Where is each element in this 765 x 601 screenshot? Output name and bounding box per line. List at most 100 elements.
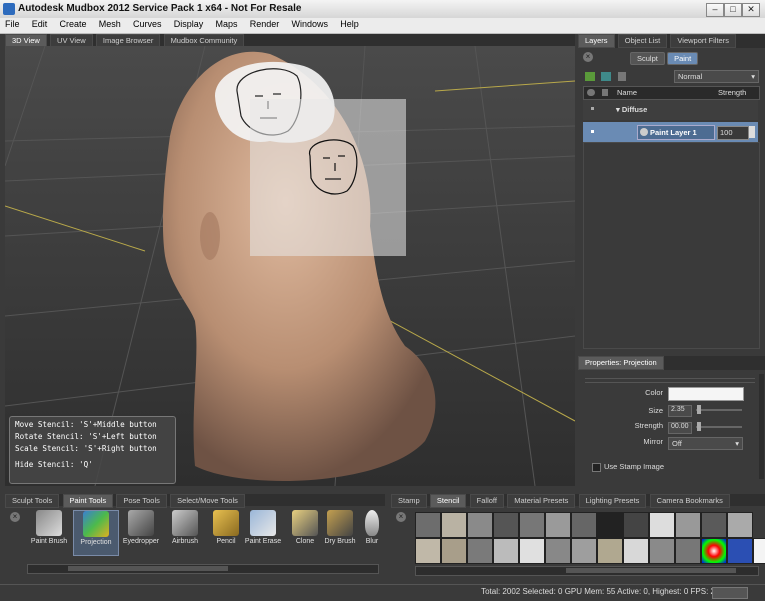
- group-name: Diffuse: [621, 105, 648, 114]
- layer-strength-field[interactable]: 100: [717, 126, 749, 140]
- stencil-thumbnail[interactable]: [519, 538, 545, 564]
- menu-file[interactable]: File: [0, 18, 25, 30]
- strength-slider-handle[interactable]: [697, 422, 701, 431]
- blend-mode-dropdown[interactable]: Normal ▾: [674, 70, 759, 83]
- projection-icon: [83, 511, 109, 537]
- tools-close-icon[interactable]: ×: [10, 512, 20, 522]
- sculpt-mode-button[interactable]: Sculpt: [630, 52, 665, 65]
- paint-mode-button[interactable]: Paint: [667, 52, 699, 65]
- tab-select-move-tools[interactable]: Select/Move Tools: [170, 494, 245, 508]
- tab-properties-projection[interactable]: Properties: Projection: [578, 356, 664, 370]
- stencil-thumbnail[interactable]: [493, 538, 519, 564]
- minimize-icon[interactable]: –: [706, 3, 724, 17]
- stencil-thumbnail[interactable]: [493, 512, 519, 538]
- scrollbar-thumb[interactable]: [68, 566, 228, 571]
- stencil-thumbnail[interactable]: [649, 538, 675, 564]
- tool-airbrush[interactable]: Airbrush: [163, 510, 207, 545]
- tool-blur[interactable]: Blur: [357, 510, 387, 545]
- tools-scrollbar[interactable]: [27, 564, 379, 574]
- mirror-dropdown[interactable]: Off ▾: [668, 437, 743, 450]
- stencil-thumbnail[interactable]: [701, 538, 727, 564]
- size-slider-track[interactable]: [696, 409, 742, 411]
- tab-viewport-filters[interactable]: Viewport Filters: [670, 34, 736, 48]
- app-icon: [3, 3, 15, 15]
- eraser-icon: [250, 510, 276, 536]
- tab-stencil[interactable]: Stencil: [429, 494, 467, 508]
- tab-falloff[interactable]: Falloff: [469, 494, 504, 508]
- stencil-thumbnail[interactable]: [545, 538, 571, 564]
- properties-scrollbar[interactable]: [759, 374, 764, 479]
- name-column-header: Name: [617, 88, 638, 97]
- menu-help[interactable]: Help: [335, 18, 364, 30]
- scrollbar-thumb[interactable]: [566, 568, 736, 573]
- menu-create[interactable]: Create: [55, 18, 92, 30]
- tool-label: Eyedropper: [122, 538, 160, 545]
- menu-windows[interactable]: Windows: [287, 18, 334, 30]
- panel-close-icon[interactable]: ×: [583, 52, 593, 62]
- menu-mesh[interactable]: Mesh: [94, 18, 126, 30]
- tool-projection[interactable]: Projection: [73, 510, 119, 556]
- stamp-scrollbar[interactable]: [415, 566, 759, 576]
- stencil-thumbnail[interactable]: [649, 512, 675, 538]
- tab-paint-tools[interactable]: Paint Tools: [62, 494, 114, 508]
- paint-brush-icon: [36, 510, 62, 536]
- strength-slider-track[interactable]: [696, 426, 742, 428]
- stencil-thumbnail[interactable]: [467, 512, 493, 538]
- layer-row-paint-layer-1[interactable]: Paint Layer 1 100: [583, 122, 758, 142]
- menu-display[interactable]: Display: [169, 18, 209, 30]
- tab-stamp[interactable]: Stamp: [391, 494, 427, 508]
- stencil-overlay[interactable]: [250, 99, 406, 256]
- merge-layer-icon[interactable]: [601, 72, 611, 81]
- tool-eyedropper[interactable]: Eyedropper: [119, 510, 163, 545]
- new-layer-icon[interactable]: [585, 72, 595, 81]
- stencil-thumbnail[interactable]: [753, 538, 765, 564]
- tab-material-presets[interactable]: Material Presets: [507, 494, 576, 508]
- stencil-thumbnail[interactable]: [415, 512, 441, 538]
- stencil-thumbnail[interactable]: [675, 512, 701, 538]
- tab-sculpt-tools[interactable]: Sculpt Tools: [5, 494, 60, 508]
- menu-edit[interactable]: Edit: [27, 18, 53, 30]
- stencil-thumbnail[interactable]: [441, 512, 467, 538]
- visibility-dot-icon[interactable]: [591, 107, 594, 110]
- visibility-dot-icon[interactable]: [591, 130, 594, 133]
- menu-curves[interactable]: Curves: [128, 18, 167, 30]
- color-swatch[interactable]: [668, 387, 744, 401]
- close-icon[interactable]: ✕: [742, 3, 760, 17]
- stencil-thumbnail[interactable]: [571, 512, 597, 538]
- delete-layer-icon[interactable]: [618, 72, 626, 81]
- tool-paint-brush[interactable]: Paint Brush: [27, 510, 71, 545]
- stencil-thumbnail[interactable]: [545, 512, 571, 538]
- eyedropper-icon: [128, 510, 154, 536]
- size-slider-handle[interactable]: [697, 405, 701, 414]
- use-stamp-checkbox[interactable]: [592, 463, 601, 472]
- layer-name-box[interactable]: Paint Layer 1: [637, 125, 715, 140]
- status-progress-box: [712, 587, 748, 599]
- tab-camera-bookmarks[interactable]: Camera Bookmarks: [649, 494, 730, 508]
- tab-pose-tools[interactable]: Pose Tools: [116, 494, 167, 508]
- strength-slider-handle[interactable]: [749, 126, 755, 138]
- stamp-close-icon[interactable]: ×: [396, 512, 406, 522]
- stencil-thumbnail[interactable]: [675, 538, 701, 564]
- menu-maps[interactable]: Maps: [211, 18, 243, 30]
- tab-layers[interactable]: Layers: [578, 34, 615, 48]
- stencil-thumbnail[interactable]: [727, 512, 753, 538]
- size-field[interactable]: 2.35: [668, 405, 692, 417]
- stencil-thumbnail[interactable]: [701, 512, 727, 538]
- stencil-thumbnail[interactable]: [623, 538, 649, 564]
- stencil-thumbnail[interactable]: [519, 512, 545, 538]
- menu-render[interactable]: Render: [245, 18, 285, 30]
- tab-object-list[interactable]: Object List: [617, 34, 668, 48]
- layer-group-diffuse[interactable]: ▾ Diffuse: [583, 100, 758, 120]
- stencil-thumbnail[interactable]: [441, 538, 467, 564]
- status-text: Total: 2002 Selected: 0 GPU Mem: 55 Acti…: [481, 587, 735, 596]
- stencil-thumbnail[interactable]: [571, 538, 597, 564]
- stencil-thumbnail[interactable]: [623, 512, 649, 538]
- stencil-thumbnail[interactable]: [597, 512, 623, 538]
- stencil-thumbnail[interactable]: [597, 538, 623, 564]
- stencil-thumbnail[interactable]: [415, 538, 441, 564]
- stencil-thumbnail[interactable]: [727, 538, 753, 564]
- strength-field[interactable]: 00.00: [668, 422, 692, 434]
- maximize-icon[interactable]: □: [724, 3, 742, 17]
- tab-lighting-presets[interactable]: Lighting Presets: [578, 494, 647, 508]
- stencil-thumbnail[interactable]: [467, 538, 493, 564]
